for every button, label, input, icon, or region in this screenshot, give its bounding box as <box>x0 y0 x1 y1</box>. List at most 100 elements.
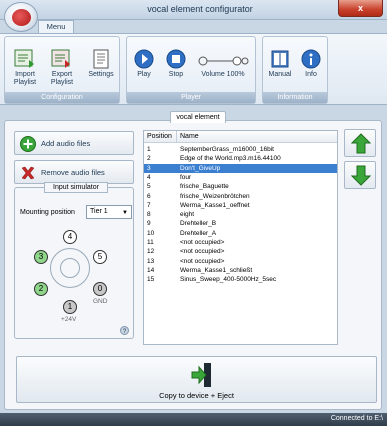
table-row[interactable]: 4 four <box>144 173 337 182</box>
row-position: 11 <box>147 239 154 246</box>
table-row[interactable]: 5 frische_Baguette <box>144 182 337 191</box>
close-button[interactable]: x <box>338 0 383 17</box>
input-pin-3[interactable]: 3 <box>34 250 48 264</box>
export-label-2: Playlist <box>50 79 74 86</box>
menu-tab[interactable]: Menu <box>38 20 74 33</box>
table-row[interactable]: 10 Drehteller_A <box>144 229 337 238</box>
stop-button[interactable]: Stop <box>163 49 189 79</box>
group-label-configuration: Configuration <box>5 92 119 103</box>
input-pin-1[interactable]: 1 <box>63 300 77 314</box>
column-header-name[interactable]: Name <box>180 133 199 140</box>
add-audio-files-label: Add audio files <box>41 139 91 148</box>
status-bar: Connected to E:\ <box>0 413 387 426</box>
row-position: 6 <box>147 192 151 200</box>
help-icon[interactable]: ? <box>120 326 129 335</box>
row-position: 15 <box>147 276 155 284</box>
settings-icon <box>93 49 109 69</box>
row-position: 12 <box>147 248 155 256</box>
playlist-table[interactable]: Position Name 1 SeptemberGrass_m16000_16b… <box>143 130 338 345</box>
table-row[interactable]: 3 Don't_GiveUp <box>144 163 337 173</box>
table-row[interactable]: 11 <not occupied> <box>144 238 337 247</box>
table-row[interactable]: 15 Sinus_Sweep_400-5000Hz_5sec <box>144 275 337 284</box>
row-name: Werma_Kasse1_schließt <box>180 266 253 274</box>
import-label-1: Import <box>15 71 35 78</box>
manual-label: Manual <box>268 71 292 78</box>
row-name: eight <box>180 211 195 219</box>
row-name: Drehteller_A <box>180 229 217 237</box>
add-audio-files-button[interactable]: Add audio files <box>14 131 134 155</box>
settings-label: Settings <box>88 71 114 78</box>
row-name: Edge of the World.mp3.m16.44100 <box>180 155 281 163</box>
table-row[interactable]: 8 eight <box>144 210 337 219</box>
mounting-position-select[interactable]: Tier 1 ▼ <box>86 205 132 219</box>
row-position: 8 <box>147 211 151 219</box>
connection-status: Connected to E:\ <box>330 415 383 422</box>
volume-control[interactable]: Volume 100% <box>193 49 253 79</box>
ribbon-group-configuration: Import Playlist Export Playlist Settings… <box>4 36 120 104</box>
row-name: SeptemberGrass_m16000_16bit <box>180 146 274 153</box>
export-playlist-button[interactable]: Export Playlist <box>45 49 79 87</box>
arrow-down-icon <box>351 165 371 186</box>
copy-to-device-button[interactable]: Copy to device + Eject <box>16 356 377 403</box>
table-row[interactable]: 7 Werma_Kasse1_oeffnet <box>144 201 337 210</box>
manual-book-icon <box>271 50 289 68</box>
import-playlist-icon <box>14 49 34 68</box>
table-header: Position Name <box>144 131 337 143</box>
table-row[interactable]: 2 Edge of the World.mp3.m16.44100 <box>144 154 337 163</box>
import-label-2: Playlist <box>13 79 37 86</box>
window-title: vocal element configurator <box>147 4 253 14</box>
row-name: <not occupied> <box>180 248 225 256</box>
remove-icon <box>21 166 35 180</box>
ribbon-group-information: Manual Info Information <box>262 36 328 104</box>
row-position: 2 <box>147 155 151 163</box>
move-up-button[interactable] <box>344 129 376 157</box>
chevron-down-icon: ▼ <box>122 210 128 216</box>
mounting-position-label: Mounting position <box>20 209 75 216</box>
table-row[interactable]: 12 <not occupied> <box>144 247 337 256</box>
table-row[interactable]: 6 frische_Weizenbrötchen <box>144 192 337 201</box>
row-position: 5 <box>147 183 151 191</box>
input-pin-2[interactable]: 2 <box>34 282 48 296</box>
table-row[interactable]: 1 SeptemberGrass_m16000_16bit <box>144 145 337 154</box>
row-position: 14 <box>147 266 155 274</box>
table-row[interactable]: 9 Drehteller_B <box>144 219 337 228</box>
row-position: 7 <box>147 201 151 209</box>
row-name: Don't_GiveUp <box>180 164 221 172</box>
row-name: frische_Weizenbrötchen <box>180 192 250 200</box>
group-label-player: Player <box>127 92 255 103</box>
title-bar: vocal element configurator x <box>0 0 387 20</box>
manual-button[interactable]: Manual <box>265 49 295 79</box>
ribbon-group-player: Play Stop Volume 100% Player <box>126 36 256 104</box>
group-label-information: Information <box>263 92 327 103</box>
row-name: frische_Baguette <box>180 183 229 191</box>
row-name: four <box>180 173 192 181</box>
ribbon: Import Playlist Export Playlist Settings… <box>0 33 387 105</box>
volume-slider-icon <box>198 56 249 66</box>
row-position: 13 <box>147 257 155 265</box>
table-row[interactable]: 14 Werma_Kasse1_schließt <box>144 266 337 275</box>
row-position: 10 <box>147 229 155 237</box>
row-position: 4 <box>147 173 151 181</box>
input-pin-4[interactable]: 4 <box>63 230 77 244</box>
play-icon <box>134 49 154 69</box>
move-down-button[interactable] <box>344 161 376 189</box>
stop-icon <box>166 49 186 69</box>
input-pin-0[interactable]: 0 <box>93 282 107 296</box>
row-position: 1 <box>147 146 151 153</box>
info-button[interactable]: Info <box>297 49 325 79</box>
settings-button[interactable]: Settings <box>85 49 117 79</box>
import-playlist-button[interactable]: Import Playlist <box>9 49 41 87</box>
row-name: <not occupied> <box>180 257 225 265</box>
column-header-position[interactable]: Position <box>147 133 172 140</box>
volume-label: Volume 100% <box>201 71 245 78</box>
input-pin-5[interactable]: 5 <box>93 250 107 264</box>
info-icon <box>301 49 321 69</box>
row-position: 3 <box>147 164 151 172</box>
tab-vocal-element[interactable]: vocal element <box>170 111 226 123</box>
add-icon <box>20 136 36 152</box>
remove-audio-files-button[interactable]: Remove audio files <box>14 160 134 184</box>
table-row[interactable]: 13 <not occupied> <box>144 257 337 266</box>
app-menu-orb-icon[interactable] <box>4 2 38 32</box>
play-button[interactable]: Play <box>131 49 157 79</box>
mounting-position-value: Tier 1 <box>90 208 108 215</box>
